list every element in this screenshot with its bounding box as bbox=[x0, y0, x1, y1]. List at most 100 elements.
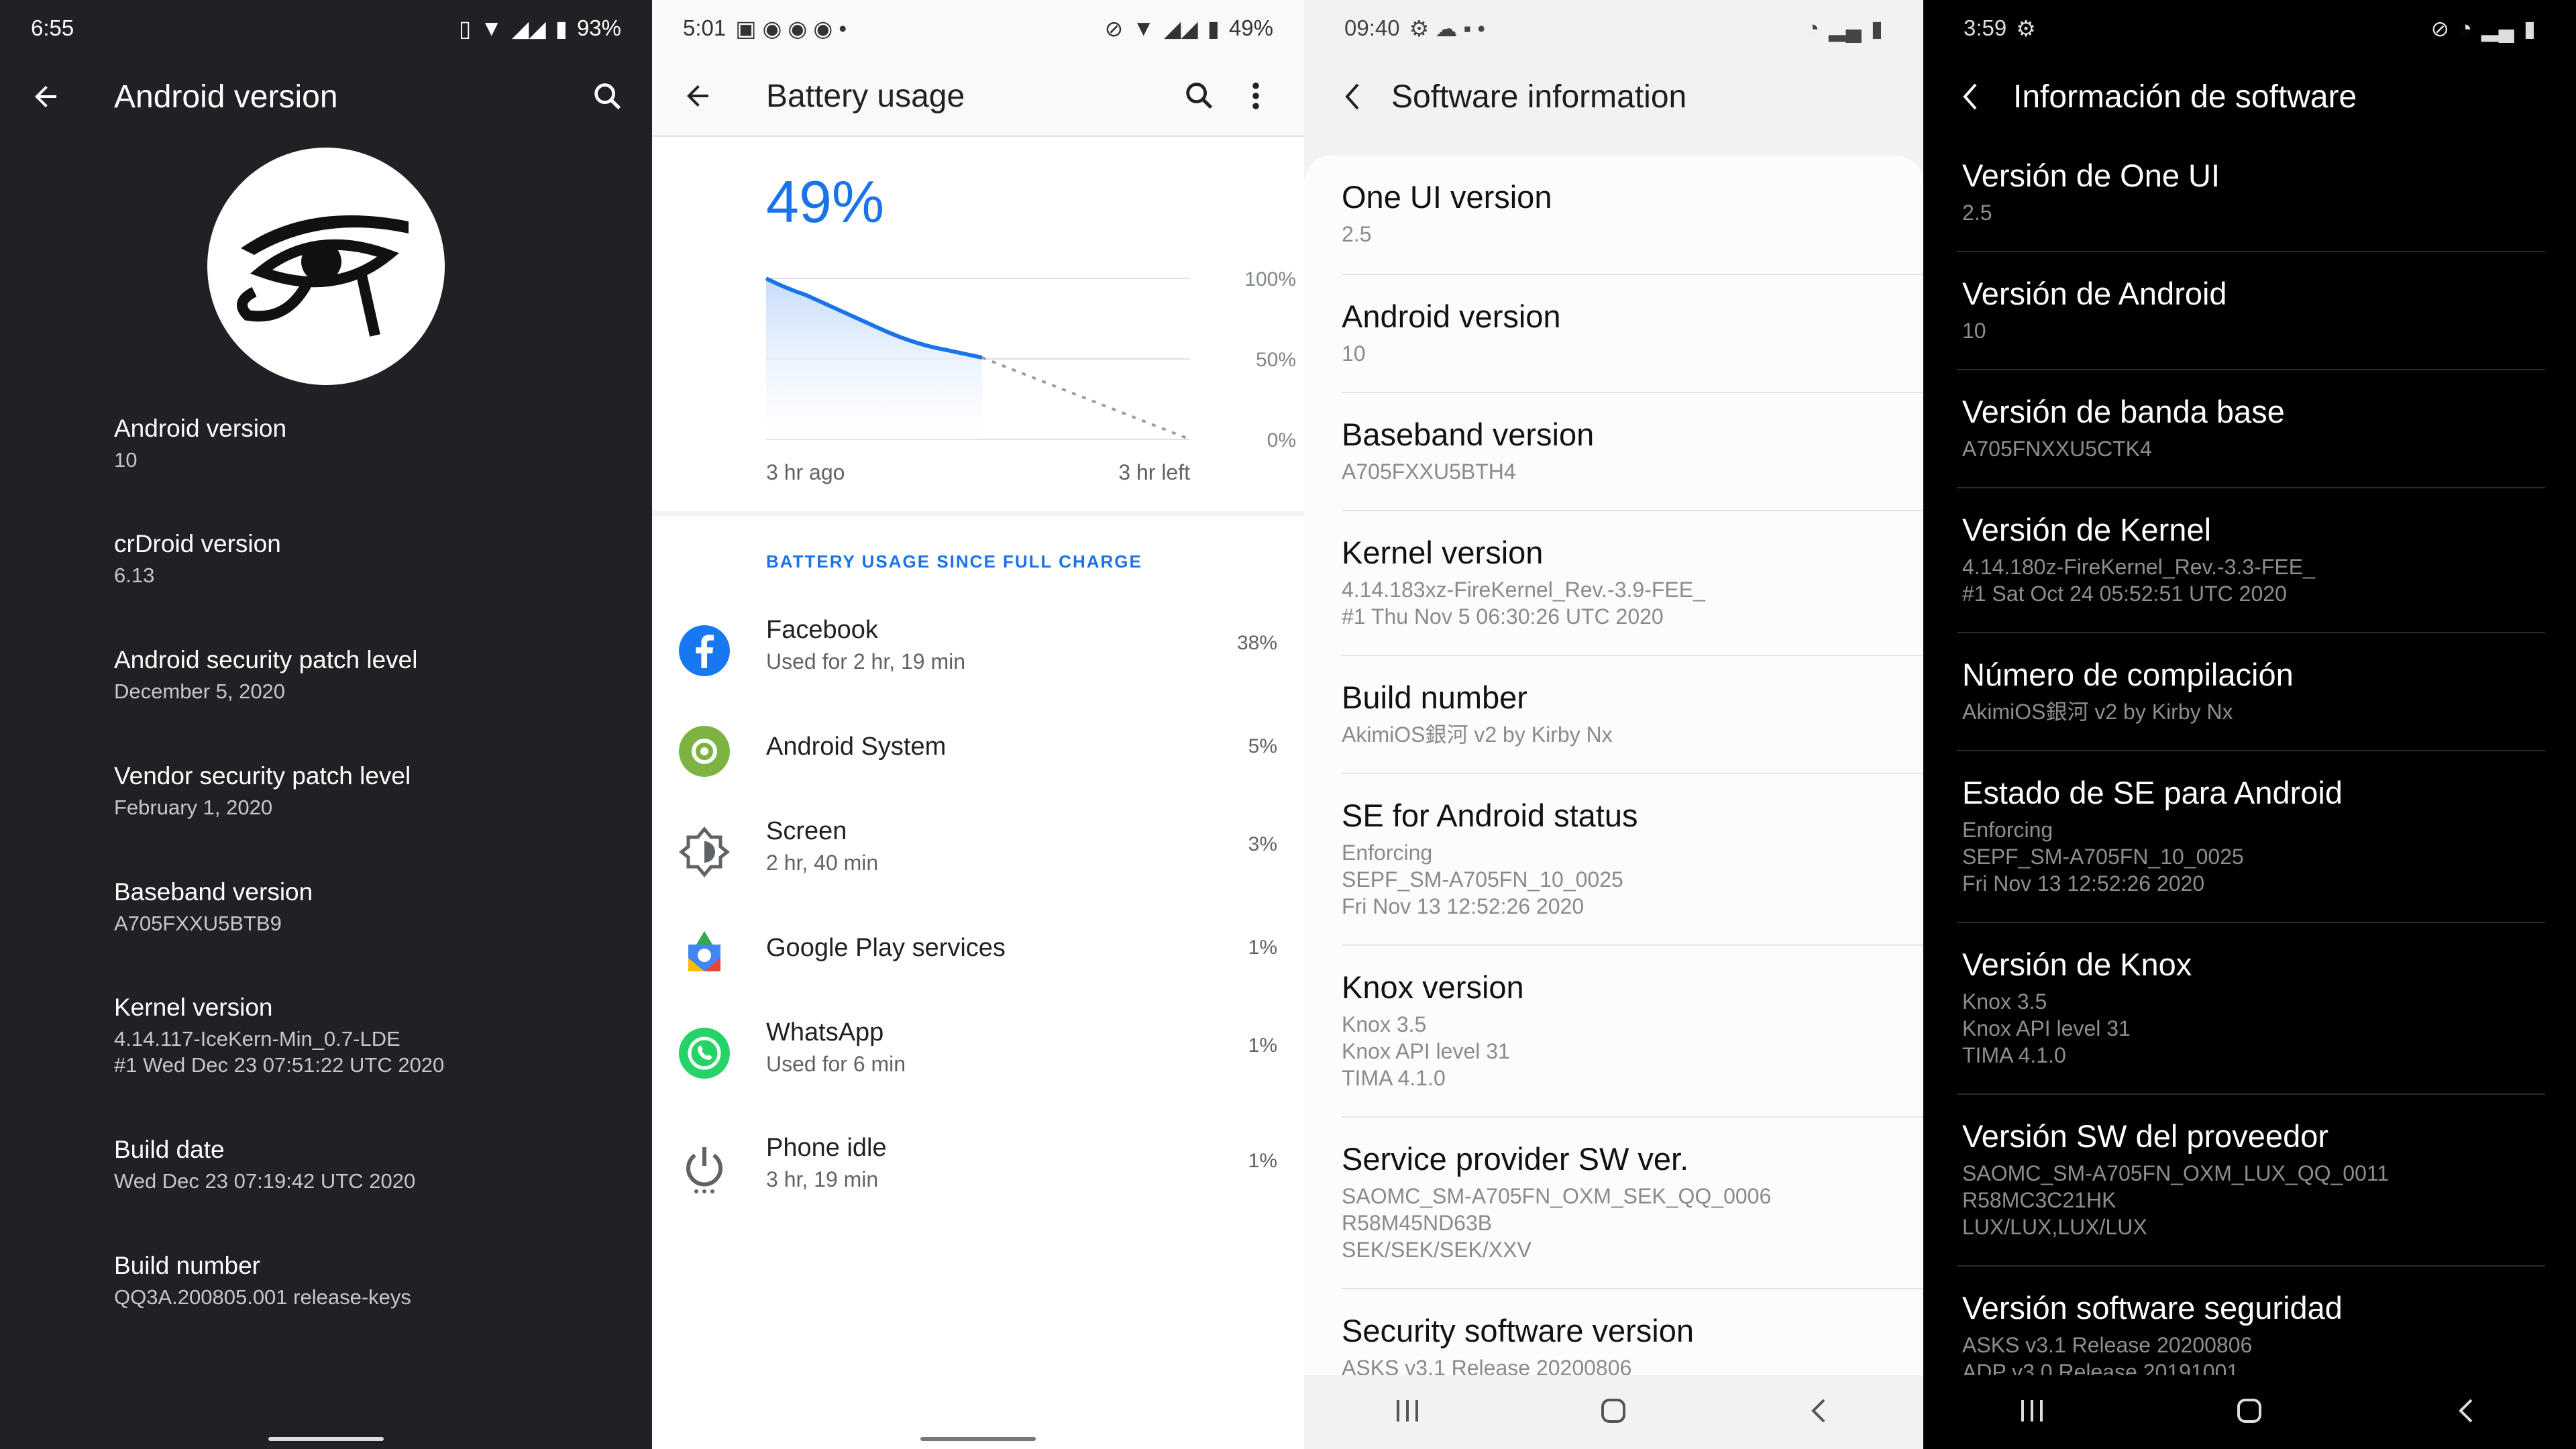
battery-icon: ▮ bbox=[2523, 15, 2536, 41]
page-title: Información de software bbox=[2013, 78, 2357, 115]
search-icon[interactable] bbox=[590, 79, 625, 114]
navigation-bar bbox=[1304, 1375, 1923, 1449]
app-name: Google Play services bbox=[766, 934, 1006, 962]
signal-icon: ◢◢ bbox=[512, 15, 546, 41]
section-header: BATTERY USAGE SINCE FULL CHARGE bbox=[766, 551, 1142, 572]
wifi-icon: ▼ bbox=[480, 15, 502, 40]
list-item[interactable]: Build number AkimiOS銀河 v2 by Kirby Nx bbox=[1342, 655, 1923, 748]
item-value: 6.13 bbox=[114, 564, 155, 587]
divider bbox=[652, 511, 1304, 517]
battery-percent: 49% bbox=[766, 168, 885, 235]
item-value: A705FXXU5BTB9 bbox=[114, 912, 282, 935]
app-name: Phone idle bbox=[766, 1134, 887, 1162]
item-value: Knox 3.5 bbox=[1962, 989, 2047, 1014]
search-icon[interactable] bbox=[1182, 78, 1217, 113]
gesture-handle[interactable] bbox=[920, 1437, 1036, 1441]
app-row-phone-idle[interactable]: Phone idle 3 hr, 19 min 1% bbox=[652, 1115, 1304, 1216]
list-item[interactable]: One UI version 2.5 bbox=[1342, 156, 1923, 248]
list-item[interactable]: Service provider SW ver. SAOMC_SM-A705FN… bbox=[1342, 1116, 1923, 1263]
back-arrow-icon[interactable] bbox=[30, 80, 62, 113]
x-label-right: 3 hr left bbox=[1118, 460, 1190, 484]
list-item[interactable]: Versión de One UI 2.5 bbox=[1957, 145, 2545, 226]
app-row-facebook[interactable]: Facebook Used for 2 hr, 19 min 38% bbox=[652, 597, 1304, 698]
list-item[interactable]: Versión de Kernel 4.14.180z-FireKernel_R… bbox=[1957, 487, 2545, 607]
item-value: SAOMC_SM-A705FN_OXM_SEK_QQ_0006 bbox=[1342, 1184, 1772, 1208]
list-item[interactable]: Estado de SE para Android Enforcing SEPF… bbox=[1957, 750, 2545, 897]
back-icon[interactable] bbox=[1805, 1397, 1835, 1428]
item-value: #1 Wed Dec 23 07:51:22 UTC 2020 bbox=[114, 1053, 445, 1077]
list-item[interactable]: Versión de Android 10 bbox=[1957, 251, 2545, 344]
list-item[interactable]: Número de compilación AkimiOS銀河 v2 by Ki… bbox=[1957, 632, 2545, 725]
back-arrow-icon[interactable] bbox=[682, 80, 714, 112]
status-bar: 6:55 ▯ ▼ ◢◢ ▮ 93% bbox=[0, 0, 652, 56]
item-value: R58M45ND63B bbox=[1342, 1211, 1493, 1235]
back-chevron-icon[interactable] bbox=[1958, 80, 1982, 113]
app-percent: 1% bbox=[1248, 1150, 1277, 1172]
list-item[interactable]: Android security patch level December 5,… bbox=[114, 646, 637, 704]
recents-icon[interactable] bbox=[1393, 1397, 1422, 1428]
item-value: 2.5 bbox=[1962, 201, 1992, 225]
item-label: Build date bbox=[114, 1136, 225, 1163]
item-label: Baseband version bbox=[1342, 417, 1595, 452]
informacion-de-software-screen: 3:59 ⚙ ⊘ ◔ ▂▄ ▮ Información de software … bbox=[1923, 0, 2576, 1449]
app-percent: 3% bbox=[1248, 833, 1277, 855]
list-item[interactable]: Build date Wed Dec 23 07:19:42 UTC 2020 bbox=[114, 1136, 637, 1194]
list-item[interactable]: Build number QQ3A.200805.001 release-key… bbox=[114, 1252, 637, 1310]
notification-icons: ▣ ◉ ◉ ◉ • bbox=[735, 15, 847, 41]
list-item[interactable]: Kernel version 4.14.183xz-FireKernel_Rev… bbox=[1342, 510, 1923, 630]
notification-icons: ⚙ ☁ ▪ • bbox=[1409, 15, 1485, 41]
list-item[interactable]: Versión software seguridad ASKS v3.1 Rel… bbox=[1957, 1265, 2545, 1385]
gesture-handle[interactable] bbox=[268, 1437, 384, 1441]
battery-chart: 100% 50% 0% 3 hr ago 3 hr left bbox=[765, 268, 1296, 484]
app-row-screen[interactable]: Screen 2 hr, 40 min 3% bbox=[652, 798, 1304, 899]
whatsapp-icon bbox=[679, 1028, 730, 1079]
item-value: Knox 3.5 bbox=[1342, 1012, 1427, 1036]
list-item[interactable]: Versión SW del proveedor SAOMC_SM-A705FN… bbox=[1957, 1093, 2545, 1240]
android-version-screen: 6:55 ▯ ▼ ◢◢ ▮ 93% Android version Androi… bbox=[0, 0, 652, 1449]
list-item[interactable]: Versión de Knox Knox 3.5 Knox API level … bbox=[1957, 922, 2545, 1069]
item-value: A705FXXU5BTH4 bbox=[1342, 460, 1516, 484]
item-value: Wed Dec 23 07:19:42 UTC 2020 bbox=[114, 1169, 416, 1193]
item-label: Vendor security patch level bbox=[114, 762, 411, 790]
list-item[interactable]: Versión de banda base A705FNXXU5CTK4 bbox=[1957, 369, 2545, 462]
vibrate-icon: ▯ bbox=[459, 15, 472, 41]
list-item[interactable]: SE for Android status Enforcing SEPF_SM-… bbox=[1342, 773, 1923, 920]
app-row-android-system[interactable]: Android System 5% bbox=[652, 698, 1304, 798]
list-item[interactable]: Android version 10 bbox=[1342, 274, 1923, 367]
recents-icon[interactable] bbox=[2017, 1397, 2047, 1428]
list-item[interactable]: Baseband version A705FXXU5BTH4 bbox=[1342, 392, 1923, 485]
more-options-icon[interactable] bbox=[1249, 78, 1263, 113]
item-value: SEPF_SM-A705FN_10_0025 bbox=[1962, 845, 2244, 869]
status-battery: 49% bbox=[1228, 15, 1273, 40]
brightness-icon bbox=[678, 826, 731, 877]
list-item[interactable]: Vendor security patch level February 1, … bbox=[114, 762, 637, 820]
gear-icon: ⚙ bbox=[2016, 15, 2036, 41]
home-icon[interactable] bbox=[1599, 1397, 1628, 1428]
signal-icon: ▂▄ bbox=[1829, 15, 1862, 41]
back-chevron-icon[interactable] bbox=[1340, 80, 1364, 113]
list-item[interactable]: Knox version Knox 3.5 Knox API level 31 … bbox=[1342, 945, 1923, 1091]
list-item[interactable]: crDroid version 6.13 bbox=[114, 530, 637, 588]
wifi-icon: ▼ bbox=[1132, 15, 1155, 40]
list-item[interactable]: Android version 10 bbox=[114, 415, 637, 473]
home-icon[interactable] bbox=[2235, 1397, 2264, 1428]
list-item[interactable]: Security software version ASKS v3.1 Rele… bbox=[1342, 1288, 1923, 1381]
app-percent: 38% bbox=[1236, 632, 1277, 654]
status-time: 5:01 bbox=[683, 15, 727, 40]
app-row-whatsapp[interactable]: WhatsApp Used for 6 min 1% bbox=[652, 1000, 1304, 1100]
item-value: 10 bbox=[114, 448, 138, 472]
list-item[interactable]: Kernel version 4.14.117-IceKern-Min_0.7-… bbox=[114, 994, 637, 1078]
item-value: 10 bbox=[1962, 319, 1986, 343]
item-label: Número de compilación bbox=[1962, 657, 2294, 692]
list-item[interactable]: Baseband version A705FXXU5BTB9 bbox=[114, 878, 637, 936]
eye-of-horus-logo bbox=[207, 148, 445, 385]
back-icon[interactable] bbox=[2453, 1397, 2482, 1428]
status-bar: 09:40 ⚙ ☁ ▪ • ◔ ▂▄ ▮ bbox=[1304, 0, 1923, 56]
item-label: Kernel version bbox=[114, 994, 273, 1021]
projection-line bbox=[981, 356, 1191, 441]
app-row-google-play-services[interactable]: Google Play services 1% bbox=[652, 899, 1304, 1000]
item-value: A705FNXXU5CTK4 bbox=[1962, 437, 2152, 461]
item-value: 4.14.180z-FireKernel_Rev.-3.3-FEE_ bbox=[1962, 555, 2315, 579]
item-label: Versión de One UI bbox=[1962, 158, 2220, 193]
app-usage: Used for 6 min bbox=[766, 1052, 906, 1076]
